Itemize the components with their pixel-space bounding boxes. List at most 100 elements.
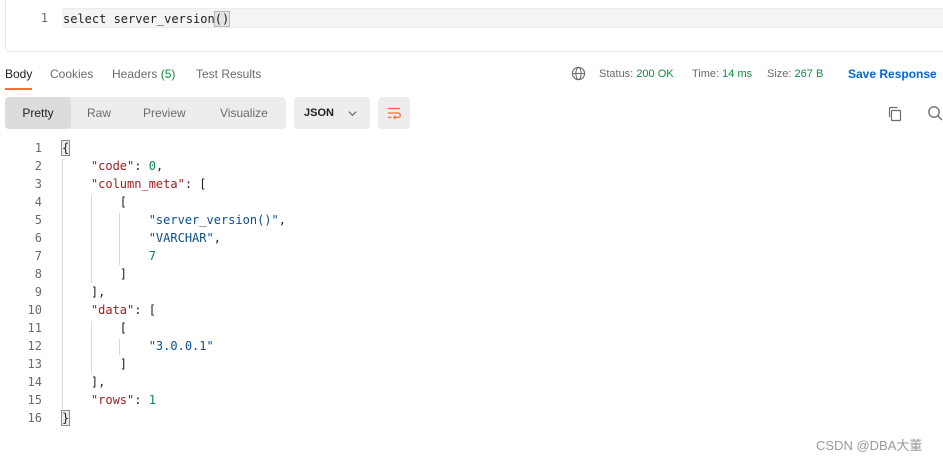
matched-parens: () bbox=[213, 11, 231, 27]
mode-raw[interactable]: Raw bbox=[87, 97, 111, 129]
code-token: : [ bbox=[134, 303, 156, 317]
code-text: } bbox=[60, 409, 71, 427]
indent-guide bbox=[119, 213, 120, 265]
code-token: 0 bbox=[148, 159, 156, 173]
line-number: 14 bbox=[27, 375, 42, 389]
code-token: } bbox=[60, 410, 71, 426]
response-tabs-bar: Body Cookies Headers (5) Test Results St… bbox=[0, 60, 943, 90]
code-token: 7 bbox=[148, 249, 156, 263]
tab-body-label: Body bbox=[5, 67, 33, 81]
line-number: 5 bbox=[34, 213, 42, 227]
code-token: ] bbox=[62, 357, 128, 371]
code-line: 1{ bbox=[0, 139, 943, 157]
line-number: 1 bbox=[34, 141, 42, 155]
code-text: 7 bbox=[62, 247, 156, 265]
line-number: 4 bbox=[34, 195, 42, 209]
globe-icon[interactable] bbox=[571, 66, 586, 81]
size-meta[interactable]: Size: 267 B bbox=[767, 66, 823, 82]
code-text: ], bbox=[62, 373, 105, 391]
copy-icon[interactable] bbox=[887, 106, 903, 122]
code-token: [ bbox=[62, 195, 128, 209]
status-meta[interactable]: Status: 200 OK bbox=[599, 66, 674, 82]
format-select-value: JSON bbox=[304, 107, 334, 119]
line-number: 16 bbox=[27, 411, 42, 425]
tab-cookies[interactable]: Cookies bbox=[50, 66, 93, 82]
line-number: 2 bbox=[34, 159, 42, 173]
indent-guide bbox=[62, 159, 63, 409]
line-number: 3 bbox=[34, 177, 42, 191]
search-icon[interactable] bbox=[927, 105, 943, 121]
code-text: "VARCHAR", bbox=[62, 229, 221, 247]
wrap-lines-icon bbox=[388, 107, 401, 120]
line-number: 7 bbox=[34, 249, 42, 263]
code-token: "data" bbox=[90, 303, 135, 317]
size-label: Size: bbox=[767, 68, 792, 80]
format-select[interactable]: JSON bbox=[294, 97, 370, 129]
code-text: "column_meta": [ bbox=[62, 175, 207, 193]
tab-body[interactable]: Body bbox=[5, 66, 33, 90]
status-value: 200 OK bbox=[636, 68, 674, 80]
code-line: 4 [ bbox=[0, 193, 943, 211]
view-mode-group: Pretty Raw Preview Visualize bbox=[5, 97, 286, 129]
watermark: CSDN @DBA大董 bbox=[816, 438, 923, 453]
code-text: ] bbox=[62, 355, 127, 373]
code-line: 7 7 bbox=[0, 247, 943, 265]
tab-headers-label: Headers bbox=[112, 67, 158, 81]
request-line[interactable]: 1 select server_version() bbox=[6, 8, 943, 28]
time-label: Time: bbox=[692, 68, 720, 80]
query-prefix: select server_version bbox=[63, 12, 215, 26]
code-text: ] bbox=[62, 265, 127, 283]
code-token: , bbox=[155, 159, 164, 173]
code-text: { bbox=[60, 139, 71, 157]
code-text: "data": [ bbox=[62, 301, 156, 319]
save-response-button[interactable]: Save Response bbox=[848, 66, 937, 82]
code-token: "column_meta" bbox=[90, 177, 185, 191]
response-code-view[interactable]: 1{2 "code": 0, 3 "column_meta": [4 [5 "se… bbox=[0, 139, 943, 427]
code-token: : bbox=[134, 393, 149, 407]
chevron-down-icon bbox=[348, 111, 357, 117]
tab-headers[interactable]: Headers (5) bbox=[112, 66, 175, 82]
code-token: "server_version()" bbox=[148, 213, 279, 227]
line-number: 11 bbox=[27, 321, 42, 335]
code-text: [ bbox=[62, 319, 127, 337]
query-text[interactable]: select server_version() bbox=[62, 8, 943, 28]
line-number: 9 bbox=[34, 285, 42, 299]
code-text: "3.0.0.1" bbox=[62, 337, 214, 355]
mode-visualize[interactable]: Visualize bbox=[220, 97, 268, 129]
code-line: 9 ], bbox=[0, 283, 943, 301]
code-line: 15 "rows": 1 bbox=[0, 391, 943, 409]
code-line: 11 [ bbox=[0, 319, 943, 337]
mode-preview[interactable]: Preview bbox=[143, 97, 186, 129]
code-token: ], bbox=[62, 285, 106, 299]
code-text: "code": 0, bbox=[62, 157, 163, 175]
code-line: 8 ] bbox=[0, 265, 943, 283]
code-text: ], bbox=[62, 283, 105, 301]
time-meta[interactable]: Time: 14 ms bbox=[692, 66, 752, 82]
code-token: ] bbox=[62, 267, 128, 281]
tab-test-results[interactable]: Test Results bbox=[196, 66, 261, 82]
tab-test-results-label: Test Results bbox=[196, 67, 262, 81]
line-number: 6 bbox=[34, 231, 42, 245]
code-line: 16} bbox=[0, 409, 943, 427]
line-number: 8 bbox=[34, 267, 42, 281]
indent-guide bbox=[91, 195, 92, 283]
code-line: 14 ], bbox=[0, 373, 943, 391]
code-token: "code" bbox=[90, 159, 135, 173]
code-text: "rows": 1 bbox=[62, 391, 156, 409]
code-text: "server_version()", bbox=[62, 211, 286, 229]
code-token: [ bbox=[62, 321, 128, 335]
wrap-lines-button[interactable] bbox=[378, 97, 410, 129]
line-number: 1 bbox=[40, 11, 48, 25]
mode-pretty[interactable]: Pretty bbox=[5, 97, 71, 129]
indent-guide bbox=[91, 321, 92, 373]
code-token: : bbox=[134, 159, 149, 173]
size-value: 267 B bbox=[794, 68, 824, 80]
code-token: 1 bbox=[148, 393, 156, 407]
request-editor[interactable]: 1 select server_version() bbox=[5, 0, 943, 52]
